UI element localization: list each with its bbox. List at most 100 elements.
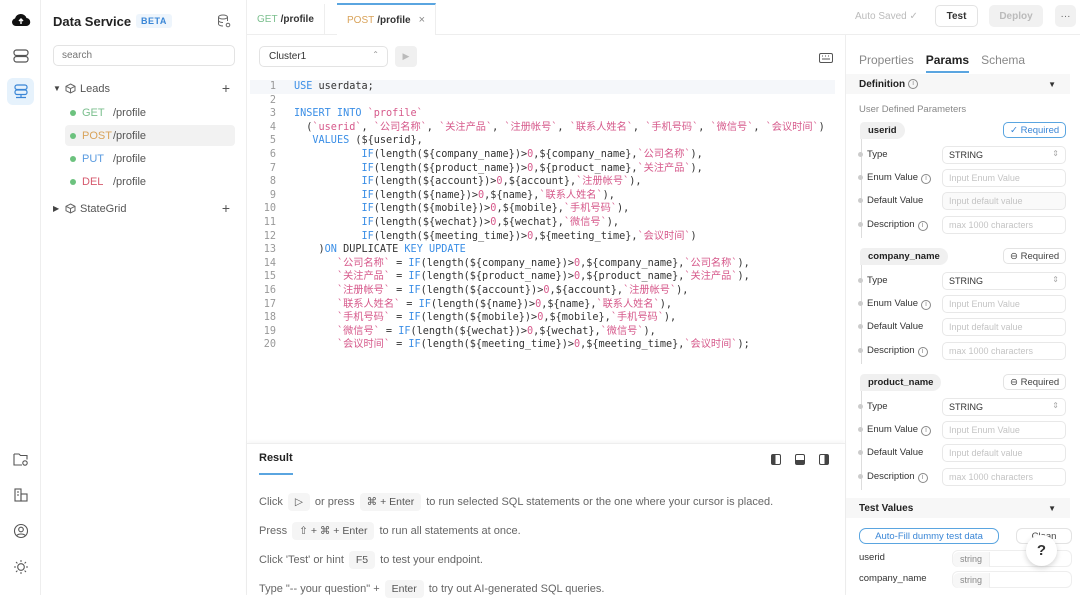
default-input[interactable]: Input default value [942,443,1066,462]
tab-get-profile[interactable]: GET /profile [247,4,325,35]
group-stategrid[interactable]: ▶ StateGrid + [53,198,235,219]
sql-editor[interactable]: 1 USE userdata; 2 3 INSERT INTO `profile` 4 (… [250,80,835,352]
keyboard-icon[interactable] [819,52,833,66]
field-label: Description i [867,345,947,357]
result-panel: Result Click ▷ or press ⌘ + Enter to run sel… [247,443,845,598]
more-menu-button[interactable]: ··· [1055,5,1076,27]
type-select[interactable]: STRING ⇕ [942,271,1066,290]
layout-left-icon[interactable] [771,454,781,465]
folder-settings-icon[interactable] [7,445,34,472]
required-toggle[interactable]: ⊖ Required [1003,374,1067,390]
tab-params[interactable]: Params [925,53,970,73]
hint-text: to try out AI-generated SQL queries. [428,583,605,595]
line-content: (`userid`, `公司名称`, `关注产品`, `注册帐号`, `联系人姓… [294,121,825,133]
endpoint-del-profile[interactable]: DEL /profile [65,171,235,192]
description-input[interactable]: max 1000 characters [942,215,1066,234]
code-line[interactable]: 4 (`userid`, `公司名称`, `关注产品`, `注册帐号`, `联系… [250,121,835,135]
required-toggle[interactable]: ⊖ Required [1003,248,1067,264]
organization-icon[interactable] [7,481,34,508]
hint-text: Type "-- your question" + [259,583,380,595]
endpoint-post-profile[interactable]: POST /profile [65,125,235,146]
code-line[interactable]: 17 `联系人姓名` = IF(length(${name})>0,${name… [250,298,835,312]
database-icon[interactable] [7,42,34,69]
type-select[interactable]: STRING ⇕ [942,145,1066,164]
code-line[interactable]: 9 IF(length(${name})>0,${name},`联系人姓名`), [250,189,835,203]
deploy-button[interactable]: Deploy [989,5,1043,27]
line-content: IF(length(${wechat})>0,${wechat},`微信号`), [361,216,620,228]
shortcut-key: ▷ [287,493,310,511]
line-content: `微信号` = IF(length(${wechat})>0,${wechat}… [336,325,656,337]
layout-right-icon[interactable] [819,454,829,465]
info-icon: i [921,425,932,436]
caret-down-icon[interactable]: ▼ [53,84,63,93]
type-select[interactable]: STRING ⇕ [942,397,1066,416]
enum-input[interactable]: Input Enum Value [942,420,1066,439]
code-line[interactable]: 11 IF(length(${wechat})>0,${wechat},`微信号… [250,216,835,230]
cluster-value: Cluster1 [269,51,307,62]
code-line[interactable]: 18 `手机号码` = IF(length(${mobile})>0,${mob… [250,311,835,325]
close-tab-icon[interactable]: × [419,14,425,26]
layout-bottom-icon[interactable] [795,454,805,465]
definition-section-header[interactable]: Definition i ▼ [846,74,1070,94]
info-icon: i [908,79,919,89]
status-dot [70,132,76,139]
test-value-input[interactable]: string [952,571,1072,588]
line-number: 19 [263,325,276,337]
code-line[interactable]: 13 )ON DUPLICATE KEY UPDATE [250,243,835,257]
default-input[interactable]: Input default value [942,317,1066,336]
tab-schema[interactable]: Schema [981,53,1025,73]
data-service-icon[interactable] [7,78,34,105]
description-input[interactable]: max 1000 characters [942,467,1066,486]
tab-result[interactable]: Result [259,452,293,475]
code-line[interactable]: 19 `微信号` = IF(length(${wechat})>0,${wech… [250,325,835,339]
add-endpoint-button[interactable]: + [222,80,230,96]
tab-properties[interactable]: Properties [859,53,914,73]
cluster-select[interactable]: Cluster1 ⌃ [259,46,388,67]
group-leads[interactable]: ▼ Leads + [53,78,235,99]
shortcut-key: ⌘ + Enter [359,493,422,511]
code-line[interactable]: 10 IF(length(${mobile})>0,${mobile},`手机号… [250,202,835,216]
code-line[interactable]: 2 [250,94,835,108]
user-icon[interactable] [7,517,34,544]
method-label: POST [82,129,112,142]
code-line[interactable]: 8 IF(length(${account})>0,${account},`注册… [250,175,835,189]
required-toggle[interactable]: ✓ Required [1003,122,1067,138]
code-line[interactable]: 6 IF(length(${company_name})>0,${company… [250,148,835,162]
line-number: 7 [269,162,276,174]
search-input[interactable] [53,45,235,66]
help-button[interactable]: ? [1026,535,1057,566]
code-line[interactable]: 1 USE userdata; [250,80,835,94]
enum-input[interactable]: Input Enum Value [942,168,1066,187]
tab-post-profile[interactable]: POST /profile × [337,3,437,35]
cloud-upload-icon[interactable] [7,6,34,33]
tab-path: /profile [280,14,314,25]
code-line[interactable]: 15 `关注产品` = IF(length(${product_name})>0… [250,270,835,284]
code-line[interactable]: 12 IF(length(${meeting_time})>0,${meetin… [250,230,835,244]
test-values-section-header[interactable]: Test Values ▼ [846,498,1070,518]
line-number: 14 [263,257,276,269]
database-settings-icon[interactable] [217,14,231,31]
test-value-label: userid [859,552,885,563]
autofill-button[interactable]: Auto-Fill dummy test data [859,528,999,544]
code-line[interactable]: 5 VALUES (${userid}, [250,134,835,148]
caret-right-icon[interactable]: ▶ [53,204,63,213]
code-line[interactable]: 16 `注册帐号` = IF(length(${account})>0,${ac… [250,284,835,298]
endpoint-path: /profile [113,106,147,119]
code-line[interactable]: 3 INSERT INTO `profile` [250,107,835,121]
code-line[interactable]: 20 `会议时间` = IF(length(${meeting_time})>0… [250,338,835,352]
add-endpoint-button[interactable]: + [222,200,230,216]
description-input[interactable]: max 1000 characters [942,341,1066,360]
enum-input[interactable]: Input Enum Value [942,294,1066,313]
code-line[interactable]: 7 IF(length(${product_name})>0,${product… [250,162,835,176]
code-line[interactable]: 14 `公司名称` = IF(length(${company_name})>0… [250,257,835,271]
theme-icon[interactable] [7,553,34,580]
endpoint-get-profile[interactable]: GET /profile [65,102,235,123]
line-number: 1 [269,81,276,92]
endpoint-put-profile[interactable]: PUT /profile [65,148,235,169]
auto-saved-status: Auto Saved ✓ [855,11,918,22]
default-input[interactable]: Input default value [942,191,1066,210]
line-content: IF(length(${account})>0,${account},`注册帐号… [361,176,642,188]
line-content: IF(length(${meeting_time})>0,${meeting_t… [361,230,697,242]
run-button[interactable]: ▶ [395,46,417,67]
test-button[interactable]: Test [935,5,978,27]
